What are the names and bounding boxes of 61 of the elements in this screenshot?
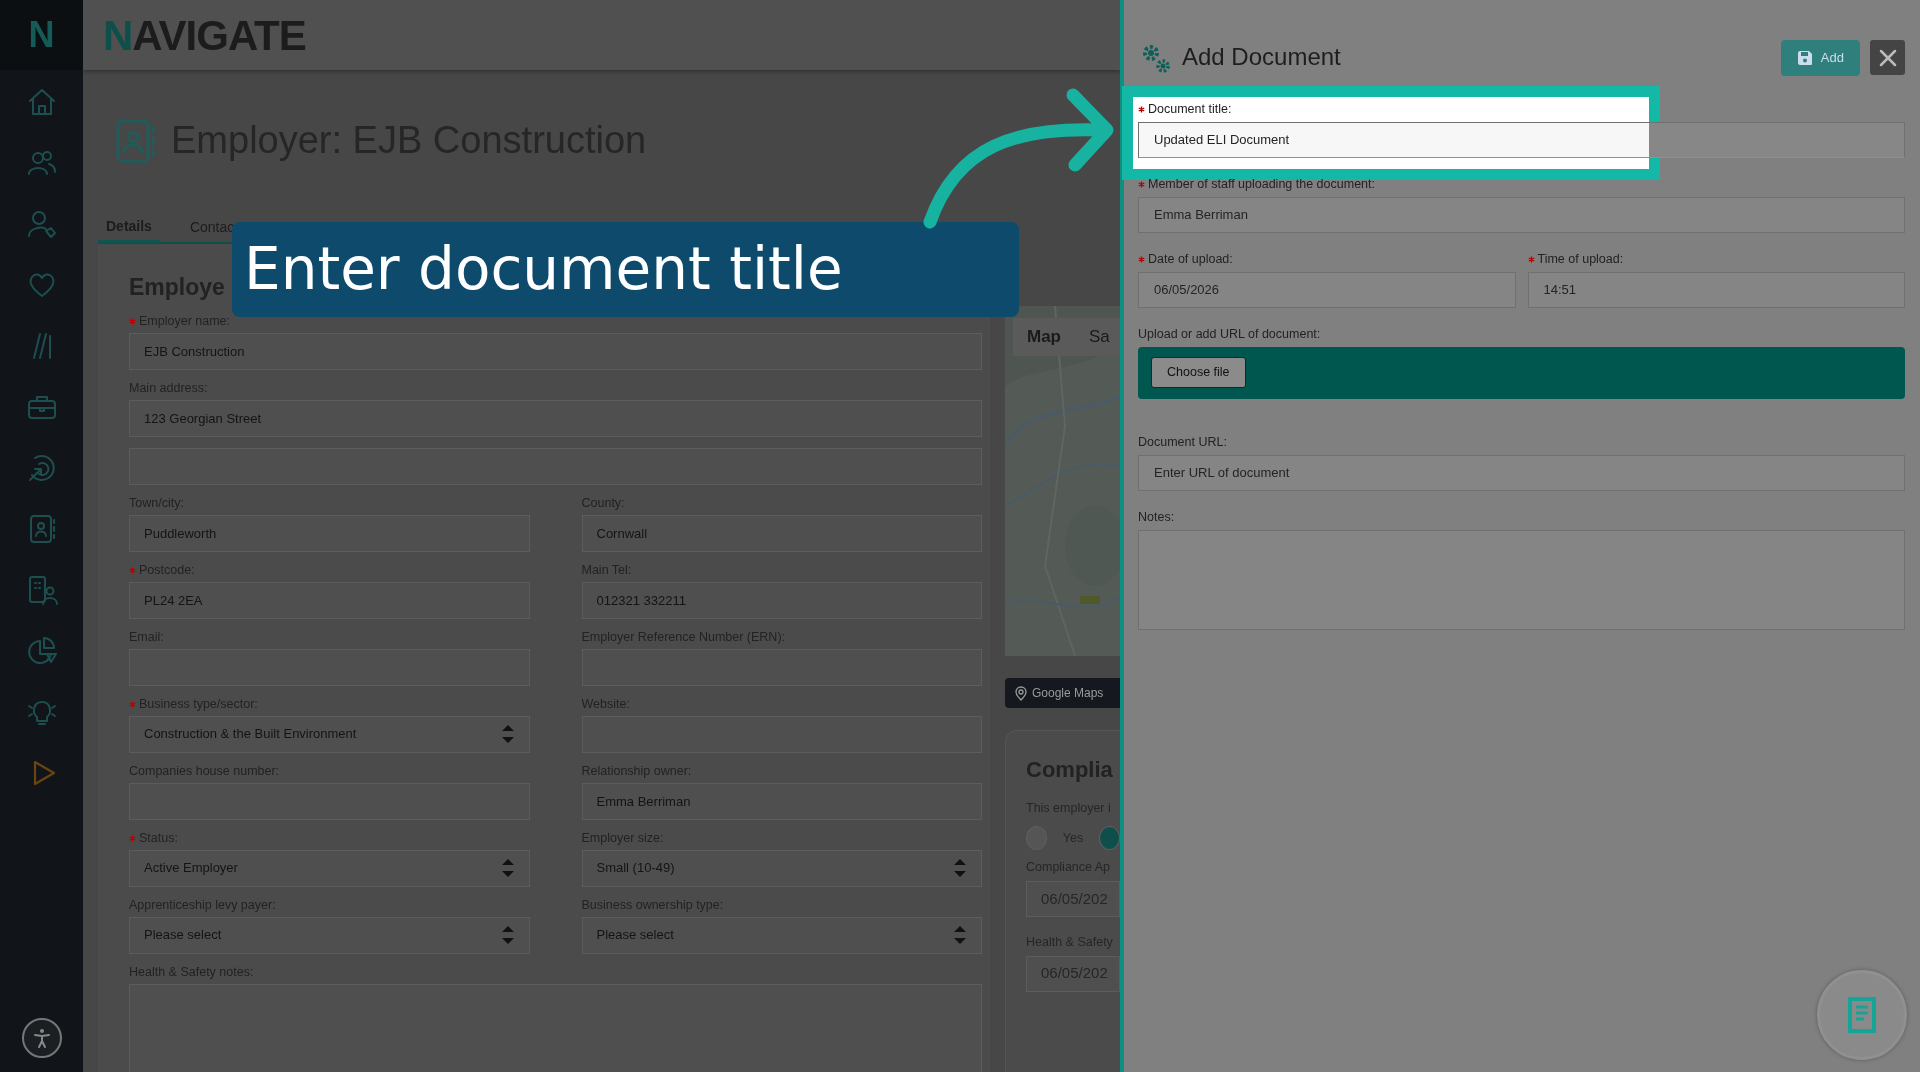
panel-title: Add Document: [1182, 43, 1341, 73]
field-label: Date of upload:: [1148, 250, 1233, 268]
select-arrows-icon: [953, 858, 967, 879]
radio-button[interactable]: [1099, 826, 1120, 851]
select-field[interactable]: Please select: [129, 916, 530, 954]
select-value: Please select: [596, 926, 674, 945]
input-field[interactable]: Enter URL of document: [1138, 454, 1905, 491]
select-field[interactable]: Active Employer: [129, 849, 530, 887]
field-label: Document URL:: [1138, 433, 1227, 451]
field-label: Time of upload:: [1537, 250, 1624, 268]
required-icon: [1527, 255, 1535, 263]
map-pin-icon: [1015, 685, 1027, 701]
input-field[interactable]: Cornwall: [581, 514, 982, 552]
input-field[interactable]: Emma Berriman: [581, 782, 982, 820]
close-icon: [1878, 48, 1897, 67]
required-icon: [1138, 255, 1145, 263]
input-field[interactable]: 06/05/2026: [1138, 271, 1516, 308]
input-field[interactable]: Emma Berriman: [1138, 196, 1905, 233]
input-field[interactable]: 012321 332211: [581, 581, 982, 619]
user-tag-icon[interactable]: [25, 208, 58, 240]
select-arrows-icon: [953, 925, 967, 946]
map-type-button[interactable]: Sa: [1075, 318, 1120, 356]
assistant-button[interactable]: [1817, 970, 1907, 1060]
select-value: Construction & the Built Environment: [144, 725, 357, 744]
contact-book-icon: [115, 118, 157, 164]
select-field[interactable]: Small (10-49): [581, 849, 982, 887]
map-type-button[interactable]: Map: [1013, 318, 1075, 356]
input-field[interactable]: Puddleworth: [129, 514, 530, 552]
input-field[interactable]: EJB Construction: [129, 332, 982, 370]
hint-tooltip: Enter document title: [232, 222, 1019, 317]
required-icon: [129, 834, 136, 842]
select-arrows-icon: [500, 724, 515, 745]
add-button[interactable]: Add: [1780, 40, 1860, 76]
choose-file-button[interactable]: Choose file: [1151, 357, 1246, 388]
logo-mark: N: [28, 17, 55, 53]
required-icon: [129, 566, 136, 574]
input-field[interactable]: 123 Georgian Street: [129, 399, 982, 437]
required-icon: [129, 317, 136, 325]
required-icon: [129, 700, 136, 708]
required-icon: [1138, 180, 1145, 188]
accessibility-button[interactable]: [21, 1018, 62, 1058]
save-icon: [1796, 49, 1813, 66]
select-arrows-icon: [500, 858, 515, 879]
field-label: Upload or add URL of document:: [1138, 325, 1321, 343]
select-field[interactable]: Please select: [581, 916, 982, 954]
close-button[interactable]: [1870, 40, 1905, 75]
maps-link-button[interactable]: Google Maps: [1005, 678, 1120, 708]
required-icon: [1138, 105, 1145, 113]
select-value: Please select: [144, 926, 222, 945]
select-value: Small (10-49): [596, 859, 675, 878]
field-label: Member of staff uploading the document:: [1148, 175, 1375, 193]
select-field[interactable]: Construction & the Built Environment: [129, 715, 530, 753]
select-value: Active Employer: [144, 859, 238, 878]
input-field[interactable]: PL24 2EA: [129, 581, 530, 619]
select-arrows-icon: [500, 925, 515, 946]
input-field[interactable]: 14:51: [1527, 271, 1905, 308]
input-field[interactable]: Updated ELI Document: [1138, 121, 1905, 158]
field-label: Document title:: [1148, 100, 1232, 118]
field-label: Notes:: [1138, 508, 1175, 526]
pie-chart-icon[interactable]: [25, 635, 58, 667]
app-logo: NAVIGATE: [103, 10, 306, 61]
